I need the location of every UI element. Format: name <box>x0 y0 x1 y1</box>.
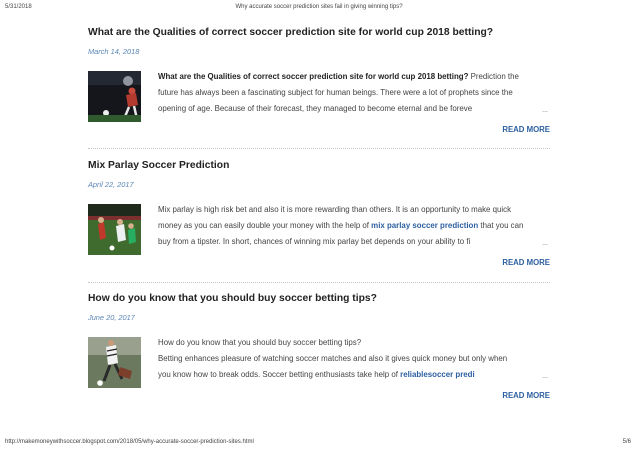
post-date: April 22, 2017 <box>88 180 134 189</box>
excerpt-text: Prediction the <box>468 72 519 81</box>
excerpt-line: Mix parlay is high risk bet and also it … <box>158 205 512 214</box>
print-footer: http://makemoneywithsoccer.blogspot.com/… <box>0 437 638 451</box>
post-thumbnail[interactable] <box>88 204 141 255</box>
post-date: March 14, 2018 <box>88 47 140 56</box>
post-date: June 20, 2017 <box>88 313 135 322</box>
excerpt-line: buy from a tipster. In short, chances of… <box>158 237 471 246</box>
post-item: What are the Qualities of correct soccer… <box>88 27 550 136</box>
post-excerpt: Mix parlay is high risk bet and also it … <box>158 202 550 250</box>
soccer-tackle-photo-icon <box>88 337 141 388</box>
print-url: http://makemoneywithsoccer.blogspot.com/… <box>5 439 254 445</box>
excerpt-bold-lead: What are the Qualities of correct soccer… <box>158 72 469 81</box>
post-title[interactable]: What are the Qualities of correct soccer… <box>88 27 550 38</box>
mix-parlay-prediction-link[interactable]: mix parlay soccer prediction <box>371 221 478 230</box>
read-more-link[interactable]: READ MORE <box>502 391 550 400</box>
truncation-ellipsis: ... <box>542 107 548 114</box>
excerpt-line: Betting enhances pleasure of watching so… <box>158 354 508 363</box>
read-more-link[interactable]: READ MORE <box>502 125 550 134</box>
post-body: What are the Qualities of correct soccer… <box>88 69 550 136</box>
print-page-number: 5/6 <box>622 439 631 445</box>
print-header: 5/31/2018 Why accurate soccer prediction… <box>0 0 638 14</box>
excerpt-line: How do you know that you should buy socc… <box>158 338 362 347</box>
soccer-match-photo-icon <box>88 204 141 255</box>
soccer-player-night-photo-icon <box>88 71 141 122</box>
post-thumbnail[interactable] <box>88 71 141 122</box>
excerpt-line: opening of age. Because of their forecas… <box>158 104 473 113</box>
truncation-ellipsis: ... <box>542 373 548 380</box>
post-divider <box>88 282 550 283</box>
post-item: How do you know that you should buy socc… <box>88 293 550 402</box>
reliable-soccer-prediction-link[interactable]: reliablesoccer predi <box>400 370 475 379</box>
post-title[interactable]: How do you know that you should buy socc… <box>88 293 550 304</box>
print-doc-title: Why accurate soccer prediction sites fai… <box>235 4 403 10</box>
post-thumbnail[interactable] <box>88 337 141 388</box>
post-body: Mix parlay is high risk bet and also it … <box>88 202 550 269</box>
post-title[interactable]: Mix Parlay Soccer Prediction <box>88 160 550 171</box>
excerpt-line: future has always been a fascinating sub… <box>158 88 513 97</box>
read-more-link[interactable]: READ MORE <box>502 258 550 267</box>
post-item: Mix Parlay Soccer Prediction April 22, 2… <box>88 160 550 269</box>
post-excerpt: What are the Qualities of correct soccer… <box>158 69 550 117</box>
excerpt-text: you know how to break odds. Soccer betti… <box>158 370 401 379</box>
excerpt-text: money as you can easily double your mone… <box>158 221 372 230</box>
excerpt-text: that you can <box>478 221 524 230</box>
post-divider <box>88 148 550 149</box>
truncation-ellipsis: ... <box>542 240 548 247</box>
post-excerpt: How do you know that you should buy socc… <box>158 335 550 383</box>
post-body: How do you know that you should buy socc… <box>88 335 550 402</box>
